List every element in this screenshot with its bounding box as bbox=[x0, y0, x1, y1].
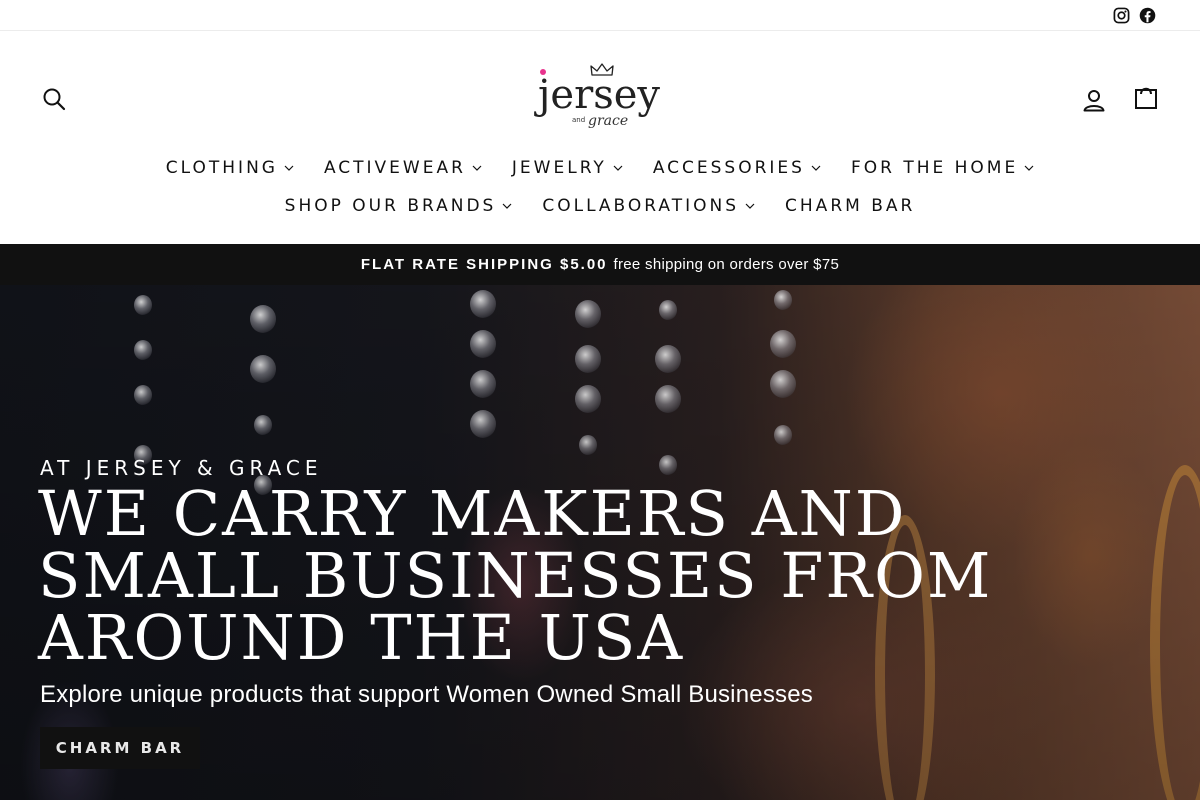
nav-item-shop-our-brands[interactable]: SHOP OUR BRANDS bbox=[285, 195, 513, 217]
chevron-down-icon bbox=[502, 203, 512, 209]
announcement-strong: FLAT RATE SHIPPING $5.00 bbox=[360, 256, 608, 273]
announcement-text: free shipping on orders over $75 bbox=[613, 256, 840, 273]
announcement-bar: FLAT RATE SHIPPING $5.00 free shipping o… bbox=[0, 244, 1200, 285]
nav-item-collaborations[interactable]: COLLABORATIONS bbox=[542, 195, 755, 217]
logo-wordmark: jersey bbox=[538, 72, 660, 118]
chevron-down-icon bbox=[811, 165, 821, 171]
logo-grace: grace bbox=[588, 113, 629, 129]
user-icon[interactable] bbox=[1082, 88, 1106, 112]
nav-item-accessories[interactable]: ACCESSORIES bbox=[653, 157, 821, 179]
nav-item-jewelry[interactable]: JEWELRY bbox=[512, 157, 623, 179]
hero-subheading: Explore unique products that support Wom… bbox=[40, 681, 813, 708]
chevron-down-icon bbox=[613, 165, 623, 171]
logo-and: and bbox=[572, 116, 586, 124]
main-nav-row-1: CLOTHING ACTIVEWEAR JEWELRY ACCESSORIES … bbox=[0, 157, 1200, 179]
chevron-down-icon bbox=[745, 203, 755, 209]
hero-headline: WE CARRY MAKERS AND SMALL BUSINESSES FRO… bbox=[38, 477, 993, 674]
shopping-bag-icon[interactable] bbox=[1134, 86, 1158, 110]
chevron-down-icon bbox=[472, 165, 482, 171]
nav-item-clothing[interactable]: CLOTHING bbox=[166, 157, 294, 179]
nav-item-for-the-home[interactable]: FOR THE HOME bbox=[851, 157, 1034, 179]
nav-item-charm-bar[interactable]: CHARM BAR bbox=[785, 195, 915, 217]
chevron-down-icon bbox=[1024, 165, 1034, 171]
utility-bar bbox=[0, 0, 1200, 31]
site-header: jersey and grace CLOTHING ACTIVEWEAR JEW… bbox=[0, 31, 1200, 244]
site-logo[interactable]: jersey and grace bbox=[528, 61, 672, 137]
social-links bbox=[1112, 6, 1156, 24]
hero-banner: AT JERSEY & GRACE WE CARRY MAKERS AND SM… bbox=[0, 285, 1200, 800]
nav-item-activewear[interactable]: ACTIVEWEAR bbox=[324, 157, 482, 179]
facebook-icon[interactable] bbox=[1138, 6, 1156, 24]
chevron-down-icon bbox=[284, 165, 294, 171]
main-nav-row-2: SHOP OUR BRANDS COLLABORATIONS CHARM BAR bbox=[0, 195, 1200, 217]
hero-cta-button[interactable]: CHARM BAR bbox=[40, 727, 200, 769]
search-icon[interactable] bbox=[42, 87, 66, 111]
instagram-icon[interactable] bbox=[1112, 6, 1130, 24]
